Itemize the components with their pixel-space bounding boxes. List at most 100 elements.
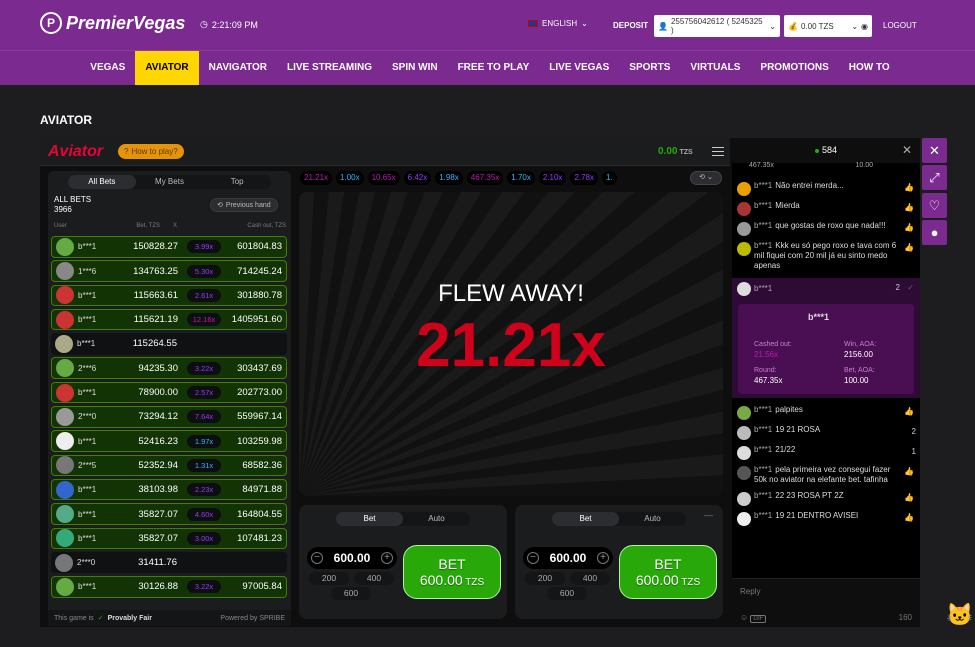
quick-amount-600[interactable]: 600	[547, 587, 587, 600]
history-multiplier[interactable]: 1.	[602, 171, 617, 185]
nav-item-free-to-play[interactable]: FREE TO PLAY	[448, 51, 540, 85]
tab-my-bets[interactable]: My Bets	[136, 175, 204, 189]
bet-cashout: 1405951.60	[231, 314, 282, 326]
history-toggle-button[interactable]: ⟲ ⌄	[690, 171, 722, 185]
plus-icon[interactable]: +	[596, 552, 609, 564]
logout-link[interactable]: LOGOUT	[883, 21, 917, 30]
history-multiplier[interactable]: 2.78x	[570, 171, 598, 185]
expand-icon[interactable]: ⤢	[922, 165, 947, 190]
nav-item-live-vegas[interactable]: LIVE VEGAS	[539, 51, 619, 85]
bet-button-currency: TZS	[678, 577, 701, 588]
nav-item-spin-win[interactable]: SPIN WIN	[382, 51, 448, 85]
previous-hand-button[interactable]: ⟲ Previous hand	[210, 198, 278, 212]
nav-item-aviator[interactable]: AVIATOR	[135, 51, 199, 85]
nav-item-sports[interactable]: SPORTS	[619, 51, 680, 85]
nav-item-promotions[interactable]: PROMOTIONS	[750, 51, 838, 85]
support-bot-icon[interactable]: 🐱	[946, 602, 974, 634]
bet-multiplier: 3.22x	[187, 361, 221, 375]
chat-user: b***1	[754, 221, 773, 230]
quick-amount-600[interactable]: 600	[331, 587, 371, 600]
nav-item-virtuals[interactable]: VIRTUALS	[680, 51, 750, 85]
minus-icon[interactable]: −	[311, 552, 323, 564]
table-row: b***1 30126.88 3.22x 97005.84	[51, 576, 287, 598]
history-multiplier[interactable]: 21.21x	[300, 171, 333, 185]
language-selector[interactable]: ENGLISH ⌄	[528, 19, 588, 28]
provably-fair-link[interactable]: Provably Fair	[108, 615, 152, 622]
history-icon: ⟲	[217, 202, 223, 209]
thumbs-up-icon[interactable]: 👍	[904, 513, 914, 523]
more-icon[interactable]: —	[704, 510, 713, 520]
bet-amount-stepper[interactable]: −600.00 +	[523, 547, 613, 569]
history-multiplier[interactable]: 467.35x	[466, 171, 504, 185]
history-multiplier[interactable]: 1.70x	[507, 171, 535, 185]
thumbs-up-icon[interactable]: 👍	[904, 407, 914, 417]
how-to-play-button[interactable]: ? How to play?	[118, 144, 184, 159]
hamburger-menu-icon[interactable]	[712, 147, 724, 156]
bet-amount-stepper[interactable]: −600.00 +	[307, 547, 397, 569]
gif-button[interactable]: GIF	[750, 615, 767, 623]
reply-input[interactable]: Reply	[740, 587, 760, 596]
bet-mode-tab-auto[interactable]: Auto	[619, 512, 686, 526]
bet-button[interactable]: BET 600.00 TZS	[403, 545, 501, 599]
balance-value: 0.00 TZS	[800, 21, 834, 31]
bet-amount-value[interactable]: 600.00	[334, 551, 371, 565]
bet-button[interactable]: BET 600.00 TZS	[619, 545, 717, 599]
bet-mode-tab-auto[interactable]: Auto	[403, 512, 470, 526]
quick-amount-400[interactable]: 400	[570, 572, 610, 585]
thumbs-up-icon[interactable]: 👍	[904, 183, 914, 193]
quick-amount-400[interactable]: 400	[354, 572, 394, 585]
deposit-link[interactable]: DEPOSIT	[613, 21, 648, 30]
language-label: ENGLISH	[542, 19, 578, 28]
history-multiplier[interactable]: 1.00x	[336, 171, 364, 185]
chat-reply-box[interactable]: Reply ☺ GIF 160	[732, 578, 920, 627]
bet-user: b***1	[78, 290, 97, 300]
bet-button-label: BET	[438, 556, 466, 572]
avatar	[56, 432, 74, 451]
bet-mode-tab-bet[interactable]: Bet	[336, 512, 403, 526]
quick-amount-200[interactable]: 200	[309, 572, 349, 585]
provably-fair-bar: This game is ✓ Provably Fair Powered by …	[48, 610, 291, 626]
nav-item-vegas[interactable]: VEGAS	[80, 51, 135, 85]
avatar	[56, 383, 74, 402]
page-title: AVIATOR	[40, 113, 93, 127]
minus-icon[interactable]: −	[527, 552, 539, 564]
tab-all-bets[interactable]: All Bets	[68, 175, 136, 189]
bet-cashout: 202773.00	[237, 387, 282, 399]
close-side-icon[interactable]: ✕	[922, 138, 947, 163]
history-multiplier[interactable]: 1.98x	[435, 171, 463, 185]
history-multiplier[interactable]: 6.42x	[403, 171, 432, 185]
nav-item-how-to[interactable]: HOW TO	[839, 51, 900, 85]
bet-amount-value[interactable]: 600.00	[550, 551, 587, 565]
thumbs-up-icon[interactable]: 👍	[904, 243, 914, 253]
account-selector[interactable]: 👤 255756042612 ( 5245325 ) ⌄	[654, 15, 780, 37]
nav-item-navigator[interactable]: NAVIGATOR	[199, 51, 277, 85]
tab-top[interactable]: Top	[203, 175, 271, 189]
avatar	[56, 456, 74, 475]
thumbs-up-icon[interactable]: 👍	[904, 467, 914, 477]
emoji-icon[interactable]: ☺	[740, 613, 748, 622]
eye-hidden-icon[interactable]: ◉	[861, 22, 868, 31]
bet-amount: 52416.23	[138, 435, 178, 447]
plus-icon[interactable]: +	[380, 552, 393, 564]
shield-check-icon: ✓	[907, 283, 914, 292]
bet-button-currency: TZS	[462, 577, 485, 588]
bet-panel-1: Bet Auto −600.00 +200 400 600 BET 600.00 TZS	[299, 505, 507, 619]
bet-mode-tab-bet[interactable]: Bet	[552, 512, 619, 526]
chat-clipped-card: 467.35x 10.00	[737, 162, 915, 169]
bet-user: b***1	[78, 509, 97, 519]
nav-item-live-streaming[interactable]: LIVE STREAMING	[277, 51, 382, 85]
brand-logo[interactable]: P PremierVegas	[40, 12, 185, 34]
chat-bubble-icon[interactable]: ●	[922, 220, 947, 245]
bets-table-header: User Bet, TZS X Cash out, TZS	[54, 223, 286, 229]
history-multiplier[interactable]: 10.65x	[367, 171, 400, 185]
thumbs-up-icon[interactable]: 👍	[904, 223, 914, 233]
thumbs-up-icon[interactable]: 👍	[904, 493, 914, 503]
reply-icons: ☺ GIF	[740, 613, 767, 623]
quick-amount-200[interactable]: 200	[525, 572, 565, 585]
thumbs-up-icon[interactable]: 👍	[904, 203, 914, 213]
close-icon[interactable]: ✕	[902, 138, 912, 163]
history-multiplier[interactable]: 2.10x	[538, 171, 567, 185]
balance-selector[interactable]: 💰 0.00 TZS ⌄ ◉	[784, 15, 872, 37]
avatar	[737, 182, 751, 196]
heart-icon[interactable]: ♡	[922, 193, 947, 218]
